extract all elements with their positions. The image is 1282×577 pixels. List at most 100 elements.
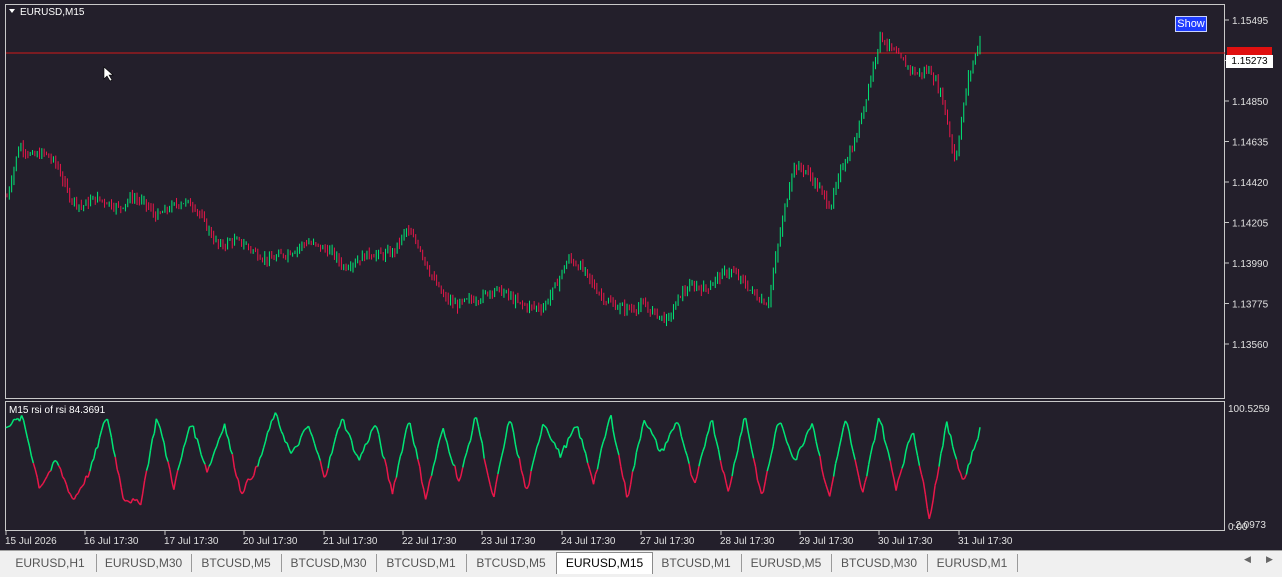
time-axis-label: 16 Jul 17:30 bbox=[84, 536, 139, 547]
tab-btcusd-m5[interactable]: BTCUSD,M5 bbox=[466, 554, 557, 572]
rsi-segment bbox=[418, 459, 420, 466]
rsi-segment bbox=[88, 471, 90, 477]
rsi-segment bbox=[463, 459, 465, 468]
candlestick-series bbox=[7, 32, 980, 326]
rsi-segment bbox=[29, 446, 31, 456]
rsi-segment bbox=[353, 450, 355, 453]
rsi-segment bbox=[258, 458, 260, 466]
rsi-segment bbox=[266, 432, 268, 441]
rsi-segment bbox=[724, 474, 726, 483]
rsi-segment bbox=[484, 459, 486, 467]
rsi-segment bbox=[383, 456, 385, 459]
rsi-segment bbox=[230, 450, 232, 454]
scroll-right-icon[interactable]: ▶ bbox=[1266, 554, 1273, 565]
rsi-segment bbox=[683, 443, 685, 450]
rsi-segment bbox=[125, 501, 127, 502]
tab-eurusd-h1[interactable]: EURUSD,H1 bbox=[4, 554, 97, 572]
rsi-segment bbox=[188, 427, 190, 434]
rsi-segment bbox=[392, 483, 394, 495]
rsi-segment bbox=[53, 461, 55, 464]
rsi-segment bbox=[197, 439, 199, 447]
rsi-segment bbox=[759, 486, 761, 494]
rsi-segment bbox=[607, 420, 609, 428]
rsi-segment bbox=[695, 477, 697, 483]
tab-btcusd-m30[interactable]: BTCUSD,M30 bbox=[831, 554, 928, 572]
rsi-segment bbox=[613, 430, 615, 440]
rsi-segment bbox=[355, 454, 357, 456]
time-axis-label: 29 Jul 17:30 bbox=[799, 536, 854, 547]
tab-eurusd-m1[interactable]: EURUSD,M1 bbox=[927, 554, 1018, 572]
rsi-segment bbox=[264, 441, 266, 448]
rsi-segment bbox=[886, 445, 888, 451]
rsi-segment bbox=[838, 446, 840, 456]
chart-area[interactable]: EURUSD,M15 M15 rsi of rsi 84.3691 1.1549… bbox=[0, 0, 1282, 550]
rsi-segment bbox=[648, 428, 650, 429]
rsi-segment bbox=[890, 461, 892, 471]
price-axis-label: 1.13560 bbox=[1232, 340, 1269, 351]
price-axis-label: 1.14850 bbox=[1232, 97, 1269, 108]
rsi-segment bbox=[578, 427, 580, 438]
rsi-segment bbox=[775, 426, 777, 434]
time-axis: 15 Jul 202616 Jul 17:3017 Jul 17:3020 Ju… bbox=[5, 531, 1013, 547]
tab-eurusd-m15[interactable]: EURUSD,M15 bbox=[556, 552, 653, 574]
rsi-segment bbox=[420, 467, 422, 482]
rsi-segment bbox=[877, 418, 879, 428]
rsi-segment bbox=[652, 434, 654, 437]
rsi-segment bbox=[566, 438, 568, 447]
rsi-segment bbox=[412, 434, 414, 444]
tab-btcusd-m5[interactable]: BTCUSD,M5 bbox=[191, 554, 282, 572]
rsi-segment bbox=[605, 427, 607, 436]
rsi-segment bbox=[49, 471, 51, 473]
rsi-segment bbox=[709, 422, 711, 431]
rsi-segment bbox=[461, 467, 463, 476]
tab-btcusd-m30[interactable]: BTCUSD,M30 bbox=[281, 554, 377, 572]
tab-btcusd-m1[interactable]: BTCUSD,M1 bbox=[376, 554, 467, 572]
rsi-series bbox=[6, 413, 980, 519]
dropdown-triangle-icon[interactable] bbox=[9, 9, 15, 13]
rsi-segment bbox=[469, 441, 471, 445]
rsi-segment bbox=[666, 441, 668, 443]
rsi-segment bbox=[318, 454, 320, 460]
rsi-segment bbox=[816, 441, 818, 450]
rsi-segment bbox=[787, 442, 789, 446]
tab-btcusd-m1[interactable]: BTCUSD,M1 bbox=[651, 554, 742, 572]
rsi-segment bbox=[752, 449, 754, 458]
rsi-segment bbox=[797, 451, 799, 460]
rsi-segment bbox=[184, 442, 186, 447]
rsi-segment bbox=[221, 431, 223, 435]
rsi-segment bbox=[586, 453, 588, 463]
rsi-segment bbox=[853, 452, 855, 460]
scroll-left-icon[interactable]: ◀ bbox=[1244, 554, 1251, 565]
rsi-segment bbox=[270, 421, 272, 429]
rsi-segment bbox=[193, 426, 195, 438]
rsi-segment bbox=[900, 468, 902, 475]
rsi-segment bbox=[27, 438, 29, 446]
chart-canvas[interactable]: EURUSD,M15 M15 rsi of rsi 84.3691 1.1549… bbox=[0, 0, 1282, 550]
rsi-segment bbox=[178, 464, 180, 470]
tab-eurusd-m5[interactable]: EURUSD,M5 bbox=[741, 554, 832, 572]
rsi-segment bbox=[213, 450, 215, 456]
time-axis-label: 15 Jul 2026 bbox=[5, 536, 57, 547]
rsi-segment bbox=[964, 475, 966, 479]
rsi-segment bbox=[812, 423, 814, 430]
rsi-segment bbox=[494, 484, 496, 497]
rsi-segment bbox=[365, 444, 367, 445]
rsi-segment bbox=[767, 464, 769, 471]
rsi-segment bbox=[732, 464, 734, 476]
rsi-segment bbox=[227, 434, 229, 439]
rsi-segment bbox=[244, 483, 246, 491]
rsi-segment bbox=[174, 479, 176, 490]
rsi-segment bbox=[553, 441, 555, 442]
rsi-segment bbox=[935, 478, 937, 485]
rsi-segment bbox=[722, 470, 724, 474]
rsi-segment bbox=[473, 419, 475, 431]
rsi-segment bbox=[748, 429, 750, 439]
rsi-segment bbox=[63, 477, 65, 480]
tab-eurusd-m30[interactable]: EURUSD,M30 bbox=[96, 554, 192, 572]
rsi-segment bbox=[367, 440, 369, 444]
rsi-segment bbox=[636, 444, 638, 452]
show-button[interactable]: Show bbox=[1175, 16, 1207, 32]
rsi-segment bbox=[84, 476, 86, 484]
rsi-segment bbox=[31, 456, 33, 463]
rsi-segment bbox=[207, 466, 209, 472]
